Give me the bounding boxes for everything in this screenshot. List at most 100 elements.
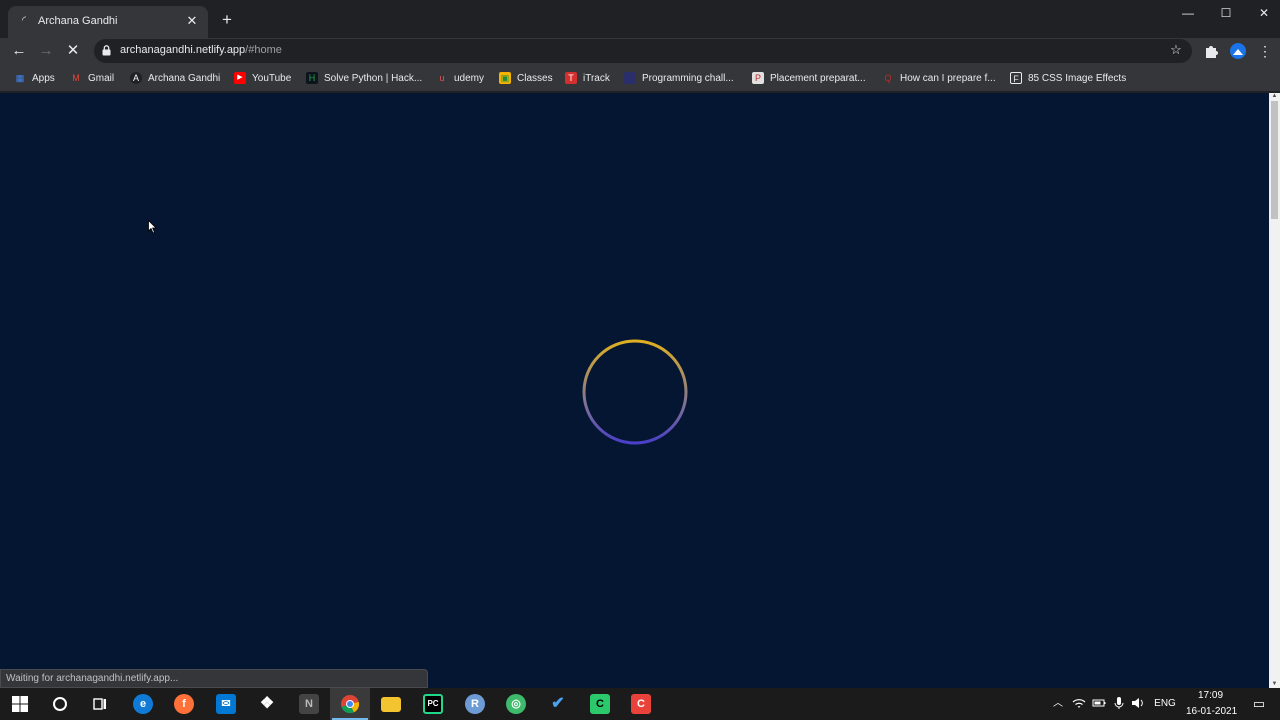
bookmark-label: Solve Python | Hack...: [324, 72, 423, 84]
scroll-down-icon[interactable]: ▼: [1271, 681, 1278, 688]
battery-icon[interactable]: [1092, 696, 1106, 710]
taskbar-mail[interactable]: ✉: [206, 688, 246, 720]
gmail-icon: M: [72, 73, 80, 83]
lock-icon[interactable]: [102, 45, 111, 56]
bookmarks-bar: ▦ Apps M Gmail A Archana Gandhi ▶ YouTube HS…: [0, 64, 1280, 92]
todo-icon: ✔: [551, 695, 565, 712]
bookmark-itrack[interactable]: TiTrack: [565, 71, 610, 85]
status-text: Waiting for archanagandhi.netlify.app...: [6, 673, 179, 684]
bookmark-label: YouTube: [252, 72, 292, 84]
url-path: /#home: [245, 44, 282, 56]
taskbar-clion[interactable]: C: [580, 688, 620, 720]
taskbar-edge[interactable]: e: [123, 688, 163, 720]
taskbar-pycharm[interactable]: PC: [413, 688, 453, 720]
taskbar-r[interactable]: R: [455, 688, 495, 720]
programming-icon: [624, 72, 636, 84]
minimize-button[interactable]: —: [1178, 4, 1198, 22]
menu-kebab-icon[interactable]: ⋮: [1255, 41, 1275, 61]
taskbar-green-app[interactable]: ◎: [496, 688, 536, 720]
cortana-icon: [53, 697, 67, 711]
loading-spinner: [582, 339, 688, 445]
taskbar-file-explorer[interactable]: [371, 688, 411, 720]
show-hidden-icons-button[interactable]: ︿: [1052, 696, 1064, 712]
back-button[interactable]: ←: [9, 41, 29, 61]
stop-loading-button[interactable]: ✕: [63, 41, 83, 61]
language-indicator[interactable]: ENG: [1154, 696, 1176, 712]
clion-icon: C: [590, 694, 610, 714]
extensions-icon[interactable]: [1202, 42, 1220, 60]
notification-center-button[interactable]: ▭: [1246, 696, 1272, 712]
bookmark-label: Classes: [517, 72, 553, 84]
windows-taskbar: e f ✉ ❖ N PC R ◎ ✔ C C ︿ ENG ▭: [0, 688, 1280, 720]
red-app-icon: C: [631, 694, 651, 714]
windows-start-icon: [12, 696, 28, 712]
bookmark-classes[interactable]: ▣ Classes: [499, 71, 553, 85]
address-bar[interactable]: archanagandhi.netlify.app/#home ☆: [94, 39, 1192, 63]
profile-avatar-icon[interactable]: [1229, 42, 1247, 60]
quora-icon: Q: [884, 73, 892, 83]
task-view-button[interactable]: [80, 688, 120, 720]
bookmark-css-effects[interactable]: F 85 CSS Image Effects: [1010, 71, 1126, 85]
taskbar-firefox[interactable]: f: [164, 688, 204, 720]
page-scrollbar[interactable]: ▲ ▼: [1269, 93, 1280, 688]
bookmark-quora[interactable]: Q How can I prepare f...: [882, 71, 996, 85]
taskbar-red-app[interactable]: C: [621, 688, 661, 720]
tab-title: Archana Gandhi: [38, 15, 118, 27]
bookmark-hackerrank[interactable]: H Solve Python | Hack...: [306, 71, 422, 85]
forward-button[interactable]: →: [36, 41, 56, 61]
apps-grid-icon: ▦: [15, 73, 25, 83]
task-view-icon: [93, 698, 106, 710]
bookmark-gmail[interactable]: M Gmail: [70, 71, 114, 85]
bookmark-label: 85 CSS Image Effects: [1028, 72, 1127, 84]
r-icon: R: [465, 694, 485, 714]
taskbar-todo[interactable]: ✔: [538, 688, 578, 720]
close-window-button[interactable]: ✕: [1254, 4, 1274, 22]
browser-window: ◜ Archana Gandhi ✕ + — ☐ ✕ ← → ✕ archana…: [0, 0, 1280, 688]
url-text[interactable]: archanagandhi.netlify.app/#home: [120, 44, 282, 56]
taskbar-chrome[interactable]: [330, 688, 370, 720]
volume-icon[interactable]: [1131, 696, 1145, 710]
bookmark-label: Archana Gandhi: [148, 72, 221, 84]
browser-toolbar: ← → ✕ archanagandhi.netlify.app/#home ☆ …: [0, 38, 1280, 64]
itrack-icon: T: [565, 72, 577, 84]
hackerrank-icon: H: [306, 72, 318, 84]
notification-icon: ▭: [1252, 696, 1266, 711]
bookmark-udemy[interactable]: u udemy: [436, 71, 484, 85]
bookmark-programming[interactable]: Programming chall...: [624, 71, 734, 85]
bookmark-star-icon[interactable]: ☆: [1168, 42, 1184, 58]
bookmark-label: How can I prepare f...: [900, 72, 996, 84]
mouse-cursor-icon: [148, 220, 157, 234]
edge-icon: e: [133, 694, 153, 714]
bookmark-label: Gmail: [88, 72, 115, 84]
classroom-icon: ▣: [499, 72, 511, 84]
bookmark-label: Programming chall...: [642, 72, 734, 84]
status-bubble: Waiting for archanagandhi.netlify.app...: [0, 669, 428, 688]
scroll-up-icon[interactable]: ▲: [1271, 93, 1278, 100]
page-content: [0, 93, 1269, 688]
mail-icon: ✉: [216, 694, 236, 714]
pycharm-icon: PC: [423, 694, 443, 714]
new-tab-button[interactable]: +: [218, 11, 236, 29]
bookmark-apps[interactable]: ▦ Apps: [14, 71, 55, 85]
tab-close-icon[interactable]: ✕: [184, 13, 200, 29]
microphone-icon[interactable]: [1112, 696, 1126, 710]
taskbar-dropbox[interactable]: ❖: [247, 688, 287, 720]
bookmark-youtube[interactable]: ▶ YouTube: [234, 71, 291, 85]
green-app-icon: ◎: [506, 694, 526, 714]
taskbar-notion[interactable]: N: [289, 688, 329, 720]
scroll-thumb[interactable]: [1271, 101, 1278, 219]
cortana-button[interactable]: [40, 688, 80, 720]
maximize-button[interactable]: ☐: [1216, 4, 1236, 22]
placement-icon: P: [752, 72, 764, 84]
wifi-icon[interactable]: [1072, 696, 1086, 710]
start-button[interactable]: [0, 688, 40, 720]
bookmark-placement[interactable]: P Placement preparat...: [752, 71, 866, 85]
clock-time[interactable]: 17:09: [1198, 690, 1223, 701]
chrome-icon: [341, 695, 360, 714]
bookmark-label: iTrack: [583, 72, 610, 84]
css-effects-icon: F: [1010, 72, 1022, 84]
tab-archana-gandhi[interactable]: ◜ Archana Gandhi ✕: [8, 6, 208, 38]
notion-icon: N: [299, 694, 319, 714]
clock-date[interactable]: 16-01-2021: [1186, 706, 1237, 717]
bookmark-archana-gandhi[interactable]: A Archana Gandhi: [130, 71, 220, 85]
